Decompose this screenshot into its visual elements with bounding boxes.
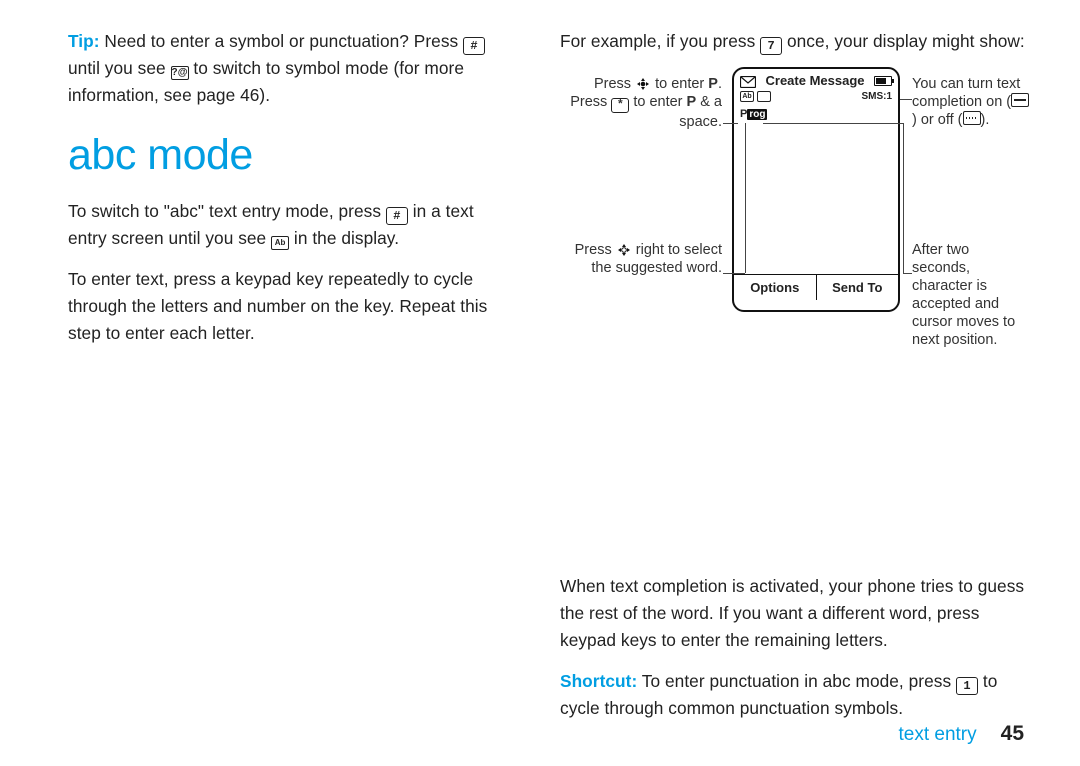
- right-column: For example, if you press 7 once, your d…: [560, 28, 1030, 722]
- abc-mode-icon: Ab: [271, 236, 289, 250]
- phone-status-row: Ab SMS:1: [734, 91, 898, 106]
- switch-mode-paragraph: To switch to "abc" text entry mode, pres…: [68, 198, 510, 252]
- shortcut-label: Shortcut:: [560, 671, 637, 691]
- nav-key-icon: [635, 76, 651, 92]
- section-heading: abc mode: [68, 131, 510, 180]
- sms-counter: SMS:1: [861, 91, 892, 102]
- star-key-icon: *: [611, 98, 629, 113]
- hash-key-icon: #: [463, 37, 485, 55]
- page-footer: text entry 45: [898, 722, 1024, 746]
- battery-icon: [874, 76, 892, 86]
- leader-line: [745, 123, 746, 273]
- left-column: Tip: Need to enter a symbol or punctuati…: [68, 28, 510, 347]
- soft-key-left: Options: [734, 275, 817, 300]
- message-icon: [740, 75, 756, 87]
- completion-explainer: When text completion is activated, your …: [560, 573, 1030, 654]
- abc-mode-icon: Ab: [740, 91, 754, 102]
- tip-paragraph: Tip: Need to enter a symbol or punctuati…: [68, 28, 510, 109]
- enter-text-paragraph: To enter text, press a keypad key repeat…: [68, 266, 510, 347]
- phone-header: Create Message: [734, 69, 898, 91]
- footer-section-name: text entry: [898, 724, 976, 746]
- leader-line: [763, 123, 903, 124]
- p2c: in the display.: [289, 228, 399, 248]
- tip-label: Tip:: [68, 31, 100, 51]
- tip-text-2: until you see: [68, 58, 171, 78]
- soft-key-right: Send To: [817, 275, 899, 300]
- footer-page-number: 45: [1001, 722, 1024, 746]
- phone-screen-mock: Create Message Ab SMS:1 Prog Options Se: [732, 67, 900, 312]
- intro-a: For example, if you press: [560, 31, 760, 51]
- leader-line: [723, 273, 745, 274]
- phone-body-blank: [734, 122, 898, 274]
- completion-off-icon: [963, 111, 981, 125]
- typed-char: P: [740, 108, 747, 120]
- symbol-mode-icon: ?@: [171, 66, 189, 80]
- leader-line: [723, 123, 738, 124]
- example-intro: For example, if you press 7 once, your d…: [560, 28, 1030, 55]
- manual-page: Tip: Need to enter a symbol or punctuati…: [0, 0, 1080, 766]
- leader-line: [903, 123, 904, 273]
- one-key-icon: 1: [956, 677, 978, 695]
- suggested-completion: rog: [747, 109, 767, 120]
- shortcut-a: To enter punctuation in abc mode, press: [637, 671, 956, 691]
- phone-text-line: Prog: [734, 106, 898, 122]
- annotation-press-nav-right: Press right to select the suggested word…: [560, 241, 722, 277]
- phone-diagram: Press to enter P. Press * to enter P & a…: [560, 63, 1030, 423]
- intro-b: once, your display might show:: [782, 31, 1025, 51]
- hash-key-icon: #: [386, 207, 408, 225]
- annotation-cursor-advance: After two seconds, character is accepted…: [912, 241, 1030, 349]
- leader-line: [903, 273, 912, 274]
- completion-on-icon: [757, 91, 771, 102]
- leader-line: [900, 99, 912, 100]
- p2a: To switch to "abc" text entry mode, pres…: [68, 201, 386, 221]
- nav-key-icon: [616, 242, 632, 258]
- tip-text-1: Need to enter a symbol or punctuation? P…: [100, 31, 463, 51]
- phone-title: Create Message: [766, 73, 865, 88]
- phone-softkeys: Options Send To: [734, 274, 898, 300]
- annotation-text-completion-toggle: You can turn text completion on () or of…: [912, 75, 1030, 129]
- seven-key-icon: 7: [760, 37, 782, 55]
- shortcut-paragraph: Shortcut: To enter punctuation in abc mo…: [560, 668, 1030, 722]
- annotation-press-nav-enter-p: Press to enter P. Press * to enter P & a…: [560, 75, 722, 131]
- completion-on-icon: [1011, 93, 1029, 107]
